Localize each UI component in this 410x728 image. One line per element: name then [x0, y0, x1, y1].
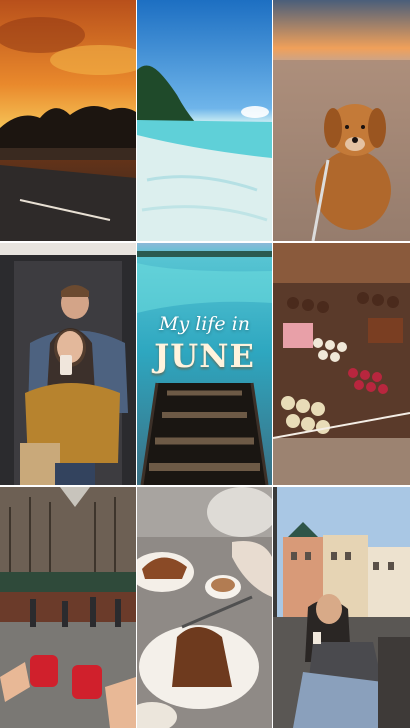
tile-couple-selfie[interactable] [0, 243, 136, 485]
photo-collage: My life in JUNE [0, 0, 410, 728]
tile-cathedral-market[interactable] [0, 487, 136, 728]
crepe-photo [137, 487, 272, 728]
chocolates-photo [273, 243, 410, 485]
mirror-selfie-photo [0, 243, 136, 485]
tile-golden-retriever[interactable] [273, 0, 410, 241]
dock-photo [137, 243, 272, 485]
tile-tropical-beach[interactable] [137, 0, 272, 241]
beach-photo [137, 0, 272, 241]
dog-photo [273, 0, 410, 241]
tile-chocolate-display[interactable] [273, 243, 410, 485]
tile-sunset-road[interactable] [0, 0, 136, 241]
street-cafe-photo [273, 487, 410, 728]
tile-cafe-dessert[interactable] [137, 487, 272, 728]
tile-city-cafe[interactable] [273, 487, 410, 728]
cathedral-photo [0, 487, 136, 728]
sunset-photo [0, 0, 136, 241]
tile-title-card[interactable]: My life in JUNE [137, 243, 272, 485]
